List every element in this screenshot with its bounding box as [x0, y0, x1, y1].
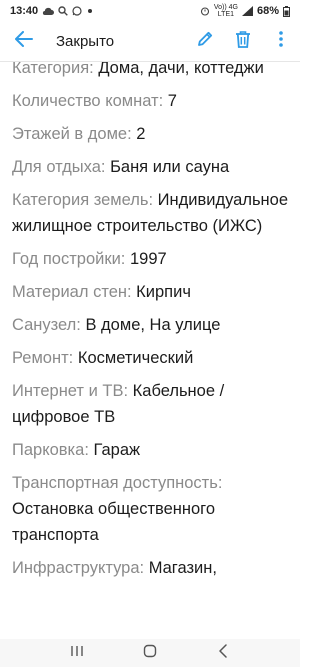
details-scroll[interactable]: Категория: Дома, дачи, коттеджи Количеств…: [0, 62, 300, 639]
home-button[interactable]: [135, 641, 165, 665]
recent-apps-icon: [70, 644, 84, 662]
notification-dot-icon: [88, 9, 93, 13]
home-icon: [143, 644, 157, 663]
search-icon: [58, 6, 68, 16]
property-row: Для отдыха: Баня или сауна: [12, 154, 288, 180]
property-label: Этажей в доме:: [12, 125, 132, 143]
property-value: Кирпич: [136, 283, 191, 301]
property-row: Интернет и ТВ: Кабельное / цифровое ТВ: [12, 378, 288, 430]
property-label: Год постройки:: [12, 250, 126, 268]
property-value: Магазин,: [148, 559, 217, 577]
property-label: Категория земель:: [12, 191, 154, 209]
status-right: Vo)) 4G LTE1 68%: [200, 4, 290, 18]
delete-button[interactable]: [232, 30, 254, 54]
property-row: Инфраструктура: Магазин,: [12, 555, 288, 581]
signal-icon: [241, 6, 253, 16]
recent-apps-button[interactable]: [62, 641, 92, 665]
property-list: Категория: Дома, дачи, коттеджи Количеств…: [12, 62, 288, 581]
property-label: Санузел:: [12, 316, 81, 334]
edit-button[interactable]: [194, 31, 216, 53]
property-row: Категория: Дома, дачи, коттеджи: [12, 62, 288, 81]
nav-back-icon: [218, 643, 228, 663]
property-label: Материал стен:: [12, 283, 132, 301]
property-value: Баня или сауна: [110, 158, 230, 176]
network-top: Vo)) 4G: [213, 4, 238, 11]
property-label: Интернет и ТВ:: [12, 382, 129, 400]
property-row: Парковка: Гараж: [12, 437, 288, 463]
status-left: 13:40: [10, 5, 93, 17]
status-time: 13:40: [10, 5, 39, 17]
status-bar: 13:40 Vo)) 4G LTE1 68%: [0, 0, 300, 22]
battery-percent: 68%: [256, 5, 279, 17]
property-value: Гараж: [93, 441, 141, 459]
more-vertical-icon: [278, 30, 284, 53]
property-value: Дома, дачи, коттеджи: [98, 62, 264, 77]
alarm-icon: [200, 6, 210, 16]
property-value: 2: [136, 125, 146, 143]
property-value: 7: [167, 92, 177, 110]
property-value: Остановка общественного транспорта: [12, 500, 216, 544]
property-row: Год постройки: 1997: [12, 246, 288, 272]
property-row: Этажей в доме: 2: [12, 121, 288, 147]
property-label: Категория:: [12, 62, 94, 77]
arrow-left-icon: [15, 31, 33, 52]
network-indicator: Vo)) 4G LTE1: [214, 4, 238, 18]
property-row: Санузел: В доме, На улице: [12, 312, 288, 338]
property-label: Транспортная доступность:: [12, 474, 223, 492]
page-title: Закрыто: [56, 33, 115, 50]
trash-icon: [234, 30, 252, 54]
property-label: Ремонт:: [12, 349, 74, 367]
system-nav-bar: [0, 639, 300, 667]
app-bar: Закрыто: [0, 22, 300, 62]
property-label: Парковка:: [12, 441, 89, 459]
property-label: Для отдыха:: [12, 158, 106, 176]
more-button[interactable]: [270, 31, 292, 53]
pencil-icon: [196, 30, 214, 53]
cloud-icon: [42, 7, 55, 16]
property-label: Количество комнат:: [12, 92, 164, 110]
property-value: Косметический: [77, 349, 194, 367]
property-row: Ремонт: Косметический: [12, 345, 288, 371]
network-bottom: LTE1: [217, 11, 235, 18]
property-row: Количество комнат: 7: [12, 88, 288, 114]
property-label: Инфраструктура:: [12, 559, 145, 577]
app-actions: [194, 30, 292, 54]
property-value: 1997: [129, 250, 167, 268]
whatsapp-icon: [72, 6, 82, 16]
property-row: Материал стен: Кирпич: [12, 279, 288, 305]
property-value: В доме, На улице: [85, 316, 221, 334]
property-row: Категория земель: Индивидуальное жилищно…: [12, 187, 288, 239]
battery-icon: [283, 5, 290, 17]
nav-back-button[interactable]: [208, 641, 238, 665]
property-row: Транспортная доступность: Остановка обще…: [12, 470, 288, 548]
back-button[interactable]: [12, 30, 36, 54]
